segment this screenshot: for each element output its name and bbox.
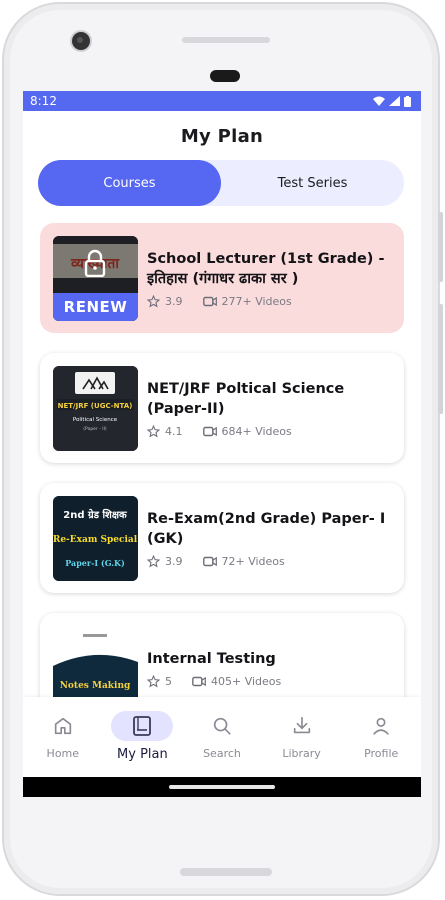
nav-icon-container — [350, 711, 412, 741]
book-icon — [133, 716, 152, 736]
course-meta: 3.9 72+ Videos — [147, 554, 390, 568]
front-camera — [72, 32, 90, 50]
lock-icon — [84, 249, 106, 277]
course-rating: 4.1 — [165, 424, 183, 438]
course-card[interactable]: Notes Making Internal Testing 5 405+ Vid… — [40, 613, 404, 697]
course-list: व्याख्याता RENEW School Lecturer (1st Gr… — [23, 223, 421, 697]
course-video-count: 277+ Videos — [221, 294, 292, 308]
star-icon — [147, 294, 160, 307]
app-screen: 8:12 My Plan Courses Test Series व्याख्य… — [23, 91, 421, 797]
course-rating: 3.9 — [165, 554, 183, 568]
nav-my-plan[interactable]: My Plan — [107, 711, 177, 762]
video-icon — [202, 556, 217, 566]
thumbnail-art: 2nd ग्रेड शिक्षक Re-Exam Special Paper-I… — [53, 496, 138, 581]
gesture-bar — [23, 777, 421, 797]
tab-test-series[interactable]: Test Series — [221, 160, 404, 206]
thumbnail-paper: (Paper - II) — [83, 426, 107, 432]
nav-profile[interactable]: Profile — [346, 711, 416, 760]
course-card[interactable]: NET/JRF (UGC-NTA) Political Science (Pap… — [40, 353, 404, 463]
nav-label: Profile — [364, 747, 399, 760]
power-button — [438, 212, 443, 282]
home-icon — [54, 717, 71, 735]
nav-label: My Plan — [117, 747, 168, 762]
status-icons — [373, 95, 411, 107]
course-thumbnail: Notes Making — [53, 626, 138, 697]
proximity-sensor — [210, 70, 240, 82]
nav-label: Library — [282, 747, 321, 760]
thumbnail-art: NET/JRF (UGC-NTA) Political Science (Pap… — [53, 366, 138, 451]
thumbnail-heading: 2nd ग्रेड शिक्षक — [63, 508, 128, 521]
volume-button — [438, 304, 443, 414]
star-icon — [147, 424, 160, 437]
battery-icon — [404, 95, 411, 107]
nav-icon-container — [111, 711, 174, 741]
thumbnail-subheading: Re-Exam Special — [53, 535, 138, 545]
status-time: 8:12 — [30, 94, 57, 108]
course-meta: 4.1 684+ Videos — [147, 424, 390, 438]
thumbnail-subheading: Political Science — [73, 417, 118, 423]
video-icon — [202, 426, 217, 436]
course-type-tabs: Courses Test Series — [38, 160, 404, 206]
course-video-count: 684+ Videos — [221, 424, 292, 438]
bottom-navigation: Home My Plan Search Library Profile — [23, 697, 421, 777]
video-icon — [202, 296, 217, 306]
tab-courses[interactable]: Courses — [38, 160, 221, 206]
status-bar: 8:12 — [23, 91, 421, 111]
nav-label: Home — [46, 747, 80, 760]
wifi-icon — [373, 96, 385, 106]
search-icon — [213, 717, 231, 735]
course-title: School Lecturer (1st Grade) - इतिहास (गं… — [147, 250, 385, 287]
course-info: Internal Testing 5 405+ Videos — [147, 613, 390, 697]
video-icon — [192, 676, 206, 686]
course-card[interactable]: 2nd ग्रेड शिक्षक Re-Exam Special Paper-I… — [40, 483, 404, 593]
course-video-count: 72+ Videos — [221, 554, 285, 568]
course-info: Re-Exam(2nd Grade) Paper- I (GK) 3.9 72+… — [147, 483, 390, 593]
person-icon — [373, 717, 389, 735]
course-thumbnail: NET/JRF (UGC-NTA) Political Science (Pap… — [53, 366, 138, 451]
nav-icon-container — [191, 711, 253, 741]
course-video-count: 405+ Videos — [211, 674, 282, 688]
star-icon — [147, 554, 160, 567]
thumbnail-heading: Notes Making — [60, 681, 131, 691]
course-title: NET/JRF Poltical Science (Paper-II) — [147, 380, 345, 417]
nav-label: Search — [203, 747, 241, 760]
thumbnail-heading: NET/JRF (UGC-NTA) — [58, 402, 133, 410]
course-rating: 3.9 — [165, 294, 183, 308]
page-title: My Plan — [180, 126, 264, 147]
thumbnail-art: Notes Making — [53, 626, 138, 697]
signal-icon — [389, 96, 400, 106]
nav-home[interactable]: Home — [28, 711, 98, 760]
course-meta: 5 405+ Videos — [147, 674, 390, 688]
course-thumbnail: 2nd ग्रेड शिक्षक Re-Exam Special Paper-I… — [53, 496, 138, 581]
nav-icon-container — [32, 711, 94, 741]
course-thumbnail: व्याख्याता RENEW — [53, 236, 138, 321]
earpiece-speaker — [182, 37, 270, 43]
course-meta: 3.9 277+ Videos — [147, 294, 390, 308]
course-card[interactable]: व्याख्याता RENEW School Lecturer (1st Gr… — [40, 223, 404, 333]
star-icon — [147, 674, 160, 687]
renew-button[interactable]: RENEW — [53, 293, 138, 321]
chin-speaker — [180, 868, 272, 876]
nav-library[interactable]: Library — [267, 711, 337, 760]
download-icon — [293, 716, 310, 734]
course-title: Internal Testing — [147, 650, 276, 667]
thumbnail-paper: Paper-I (G.K) — [65, 558, 125, 568]
course-rating: 5 — [165, 674, 172, 688]
nav-icon-container — [271, 711, 333, 741]
course-info: School Lecturer (1st Grade) - इतिहास (गं… — [147, 223, 390, 333]
nav-search[interactable]: Search — [187, 711, 257, 760]
course-title: Re-Exam(2nd Grade) Paper- I (GK) — [147, 510, 386, 547]
course-info: NET/JRF Poltical Science (Paper-II) 4.1 … — [147, 353, 390, 463]
